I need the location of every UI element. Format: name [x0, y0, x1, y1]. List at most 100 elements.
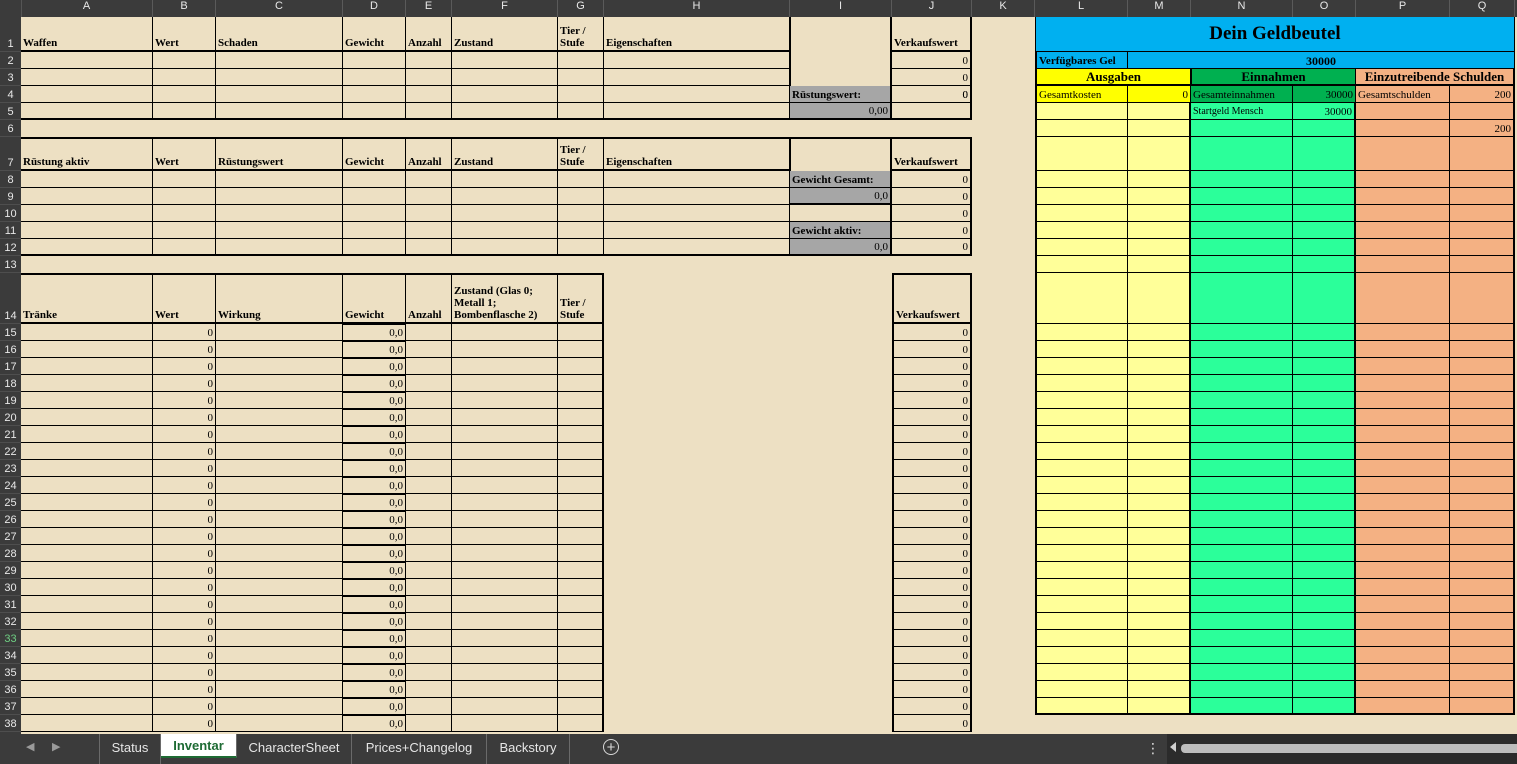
weapons-spacer[interactable] — [790, 17, 892, 86]
income-cell[interactable] — [1191, 392, 1293, 409]
weapons-cell[interactable] — [153, 69, 216, 86]
potions-cell[interactable] — [216, 579, 343, 596]
sheet-tab-prices-changelog[interactable]: Prices+Changelog — [352, 734, 487, 764]
debts-cell[interactable] — [1356, 273, 1450, 324]
potions-cell[interactable] — [216, 630, 343, 647]
potions-cell[interactable] — [406, 341, 452, 358]
potions-cell[interactable] — [406, 698, 452, 715]
column-header-i[interactable]: I — [790, 0, 892, 17]
armor-cell[interactable] — [452, 239, 558, 256]
potions-cell[interactable] — [406, 664, 452, 681]
income-cell[interactable] — [1293, 681, 1356, 698]
potions-cell[interactable] — [216, 664, 343, 681]
potions-sale-value[interactable]: 0 — [892, 528, 972, 545]
potions-cell[interactable] — [452, 528, 558, 545]
potions-wert-value[interactable]: 0 — [153, 494, 216, 511]
debts-cell[interactable] — [1356, 120, 1450, 137]
income-cell[interactable] — [1293, 647, 1356, 664]
weapons-sale-value[interactable]: 0 — [892, 86, 972, 103]
potions-cell[interactable] — [558, 324, 604, 341]
armor-sale-value[interactable]: 0 — [892, 205, 972, 222]
weapons-cell[interactable] — [21, 52, 153, 69]
debts-cell[interactable] — [1450, 460, 1515, 477]
expenses-cell[interactable] — [1035, 103, 1128, 120]
potions-cell[interactable] — [452, 494, 558, 511]
armor-cell[interactable] — [343, 205, 406, 222]
potions-cell[interactable] — [21, 579, 153, 596]
potions-cell[interactable] — [406, 562, 452, 579]
income-cell[interactable] — [1191, 698, 1293, 715]
armor-header-verkauf[interactable]: Verkaufswert — [892, 137, 972, 171]
expenses-cell[interactable] — [1035, 443, 1128, 460]
armor-cell[interactable] — [21, 239, 153, 256]
expenses-cell[interactable] — [1128, 273, 1191, 324]
armor-sale-value[interactable]: 0 — [892, 222, 972, 239]
potions-cell[interactable] — [452, 562, 558, 579]
expenses-cell[interactable] — [1035, 256, 1128, 273]
potions-cell[interactable] — [21, 358, 153, 375]
expenses-cell[interactable] — [1128, 562, 1191, 579]
expenses-cell[interactable] — [1035, 171, 1128, 188]
potions-wert-value[interactable]: 0 — [153, 426, 216, 443]
potions-sale-value[interactable]: 0 — [892, 579, 972, 596]
debts-cell[interactable] — [1450, 647, 1515, 664]
armor-cell[interactable] — [604, 205, 790, 222]
potions-cell[interactable] — [216, 460, 343, 477]
armor-header-wert[interactable]: Wert — [153, 137, 216, 171]
potions-sale-value[interactable]: 0 — [892, 375, 972, 392]
income-cell[interactable] — [1293, 596, 1356, 613]
potions-wert-value[interactable]: 0 — [153, 443, 216, 460]
potions-cell[interactable] — [452, 392, 558, 409]
potions-cell[interactable] — [406, 358, 452, 375]
expenses-cell[interactable] — [1128, 341, 1191, 358]
potions-cell[interactable] — [558, 647, 604, 664]
armor-header-tier[interactable]: Tier / Stufe — [558, 137, 604, 171]
armor-spacer[interactable] — [790, 205, 892, 222]
expenses-cell[interactable] — [1128, 647, 1191, 664]
potions-cell[interactable] — [21, 426, 153, 443]
potions-gewicht-value[interactable]: 0,0 — [343, 664, 406, 681]
debts-cell[interactable] — [1356, 375, 1450, 392]
potions-cell[interactable] — [21, 664, 153, 681]
income-cell[interactable] — [1191, 375, 1293, 392]
armor-cell[interactable] — [406, 239, 452, 256]
potions-header-zustand[interactable]: Zustand (Glas 0; Metall 1; Bombenflasche… — [452, 273, 558, 324]
row-header-5[interactable]: 5 — [0, 103, 21, 120]
prev-sheet-icon[interactable]: ◀ — [26, 740, 34, 753]
potions-cell[interactable] — [452, 477, 558, 494]
income-cell[interactable] — [1293, 528, 1356, 545]
expenses-cell[interactable] — [1128, 188, 1191, 205]
expenses-cell[interactable] — [1035, 222, 1128, 239]
row-header-25[interactable]: 25 — [0, 494, 21, 511]
income-cell[interactable]: 30000 — [1293, 103, 1356, 120]
weapons-cell[interactable] — [406, 103, 452, 120]
debts-cell[interactable] — [1450, 324, 1515, 341]
debts-cell[interactable] — [1356, 664, 1450, 681]
potions-cell[interactable] — [216, 596, 343, 613]
potions-sale-value[interactable]: 0 — [892, 341, 972, 358]
weight-total-label[interactable]: Gewicht Gesamt: — [790, 171, 892, 188]
potions-cell[interactable] — [406, 647, 452, 664]
potions-cell[interactable] — [216, 494, 343, 511]
column-header-m[interactable]: M — [1128, 0, 1191, 17]
armor-cell[interactable] — [153, 205, 216, 222]
potions-gewicht-value[interactable]: 0,0 — [343, 375, 406, 392]
potions-sale-value[interactable]: 0 — [892, 545, 972, 562]
armor-header-anzahl[interactable]: Anzahl — [406, 137, 452, 171]
income-cell[interactable] — [1191, 324, 1293, 341]
row-header-29[interactable]: 29 — [0, 562, 21, 579]
potions-cell[interactable] — [558, 579, 604, 596]
armor-cell[interactable] — [406, 188, 452, 205]
expenses-cell[interactable] — [1128, 222, 1191, 239]
expenses-cell[interactable] — [1128, 392, 1191, 409]
expenses-cell[interactable] — [1128, 630, 1191, 647]
potions-cell[interactable] — [216, 358, 343, 375]
potions-cell[interactable] — [216, 698, 343, 715]
debts-header[interactable]: Einzutreibende Schulden — [1356, 69, 1515, 86]
potions-wert-value[interactable]: 0 — [153, 392, 216, 409]
expenses-cell[interactable] — [1035, 613, 1128, 630]
potions-sale-value[interactable]: 0 — [892, 409, 972, 426]
potions-cell[interactable] — [406, 630, 452, 647]
debts-cell[interactable] — [1356, 698, 1450, 715]
potions-header-wirkung[interactable]: Wirkung — [216, 273, 343, 324]
